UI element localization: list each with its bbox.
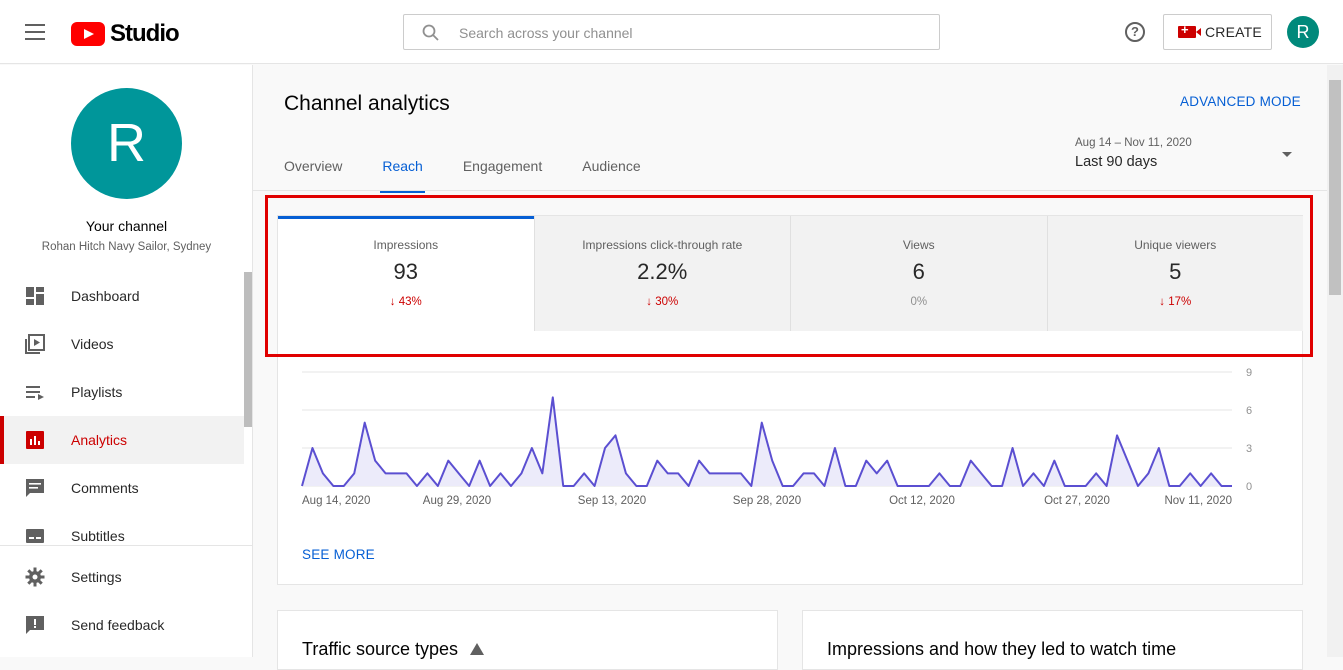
metric-value: 6 (912, 259, 925, 284)
tab-engagement[interactable]: Engagement (463, 149, 542, 191)
sidebar-item-send-feedback[interactable]: Send feedback (0, 601, 253, 649)
subtitles-icon (24, 525, 46, 547)
tab-audience[interactable]: Audience (582, 149, 640, 191)
sidebar-item-label: Playlists (71, 384, 123, 400)
metric-delta: 0% (910, 296, 928, 308)
channel-avatar[interactable]: R (71, 88, 182, 199)
see-more-link[interactable]: SEE MORE (302, 547, 375, 562)
search-box[interactable] (403, 14, 940, 50)
tabs-divider (253, 190, 1343, 191)
metric-label: Unique viewers (1134, 238, 1217, 252)
page-scrollbar-thumb[interactable] (1329, 80, 1341, 295)
studio-logo[interactable]: Studio (71, 20, 180, 48)
channel-title: Your channel (85, 218, 168, 234)
traffic-source-panel: Traffic source types (277, 610, 778, 670)
playlists-icon (24, 381, 46, 403)
metric-views[interactable]: Views 6 0% (791, 216, 1048, 331)
comments-icon (24, 477, 46, 499)
create-video-icon (1178, 22, 1201, 38)
sidebar-nav: Dashboard Videos Playlists Analytics Com… (0, 272, 244, 560)
metric-label: Impressions click-through rate (582, 238, 743, 252)
create-button[interactable]: CREATE (1163, 14, 1272, 50)
sidebar-item-label: Subtitles (71, 528, 125, 544)
tab-overview[interactable]: Overview (284, 149, 342, 191)
sidebar-item-dashboard[interactable]: Dashboard (0, 272, 244, 320)
sidebar-item-label: Analytics (71, 432, 128, 448)
dashboard-icon (24, 285, 46, 307)
feedback-icon (24, 614, 46, 636)
metric-value: 2.2% (637, 259, 688, 284)
impressions-chart[interactable]: 0 3 6 9 Aug 14, 2020 Aug 29, 2020 Sep 13, 2020… (278, 346, 1303, 546)
metric-click-through-rate[interactable]: Impressions click-through rate 2.2% ↓ 30… (534, 216, 791, 331)
chevron-down-icon (1282, 152, 1292, 157)
sidebar-item-label: Send feedback (71, 617, 165, 633)
help-icon[interactable]: ? (1125, 22, 1145, 42)
sidebar-item-label: Comments (71, 480, 139, 496)
metric-value: 93 (393, 259, 418, 284)
top-app-bar: Studio ? CREATE R (0, 0, 1343, 64)
main-content: Channel analytics ADVANCED MODE Overview… (253, 65, 1343, 670)
panel-title-text: Traffic source types (302, 639, 459, 659)
x-tick-label: Nov 11, 2020 (1164, 495, 1232, 507)
metric-delta: ↓ 30% (646, 296, 679, 308)
create-label: CREATE (1205, 24, 1262, 40)
youtube-logo-icon (71, 22, 105, 46)
analytics-tabs: Overview Reach Engagement Audience (284, 149, 681, 193)
sidebar-scrollbar[interactable] (244, 272, 252, 427)
x-tick-label: Oct 12, 2020 (889, 495, 955, 507)
metric-tabs: Impressions 93 ↓ 43% Impressions click-t… (278, 216, 1303, 331)
metric-label: Impressions (373, 238, 439, 252)
advanced-mode-link[interactable]: ADVANCED MODE (1180, 94, 1301, 109)
logo-text: Studio (110, 20, 180, 47)
search-input[interactable] (459, 23, 919, 43)
y-tick-label: 6 (1246, 405, 1252, 417)
tab-reach[interactable]: Reach (380, 149, 426, 193)
x-tick-label: Oct 27, 2020 (1044, 495, 1110, 507)
sidebar-item-settings[interactable]: Settings (0, 553, 253, 601)
videos-icon (24, 333, 46, 355)
impressions-watch-time-panel: Impressions and how they led to watch ti… (802, 610, 1303, 670)
sidebar-item-comments[interactable]: Comments (0, 464, 244, 512)
sidebar-item-playlists[interactable]: Playlists (0, 368, 244, 416)
page-title: Channel analytics (284, 92, 450, 115)
channel-subtitle: Rohan Hitch Navy Sailor, Sydney (41, 241, 212, 253)
reach-card: Impressions 93 ↓ 43% Impressions click-t… (277, 215, 1303, 585)
sidebar-item-label: Settings (71, 569, 122, 585)
metric-impressions[interactable]: Impressions 93 ↓ 43% (278, 216, 535, 331)
metric-delta: ↓ 17% (1159, 296, 1192, 308)
search-icon (422, 24, 439, 41)
date-range-label: Last 90 days (1075, 154, 1158, 170)
sidebar-bottom-nav: Settings Send feedback (0, 545, 253, 649)
sidebar-item-label: Dashboard (71, 288, 140, 304)
warning-icon[interactable] (470, 643, 485, 655)
metric-unique-viewers[interactable]: Unique viewers 5 ↓ 17% (1047, 216, 1303, 331)
x-tick-label: Sep 28, 2020 (733, 495, 801, 507)
y-tick-label: 3 (1246, 443, 1252, 455)
x-tick-label: Aug 29, 2020 (423, 495, 491, 507)
y-tick-label: 0 (1246, 481, 1252, 493)
metric-value: 5 (1169, 259, 1182, 284)
sidebar-item-videos[interactable]: Videos (0, 320, 244, 368)
metric-delta: ↓ 43% (389, 296, 422, 308)
x-tick-label: Aug 14, 2020 (302, 495, 370, 507)
sidebar-item-analytics[interactable]: Analytics (0, 416, 244, 464)
metric-label: Views (902, 238, 935, 252)
menu-icon[interactable] (25, 24, 45, 40)
gear-icon (24, 566, 46, 588)
account-avatar[interactable]: R (1287, 16, 1319, 48)
date-range-text: Aug 14 – Nov 11, 2020 (1075, 137, 1192, 149)
analytics-icon (24, 429, 46, 451)
sidebar: R Your channel Rohan Hitch Navy Sailor, … (0, 65, 253, 657)
y-tick-label: 9 (1246, 367, 1252, 379)
sidebar-item-label: Videos (71, 336, 114, 352)
x-tick-label: Sep 13, 2020 (578, 495, 646, 507)
